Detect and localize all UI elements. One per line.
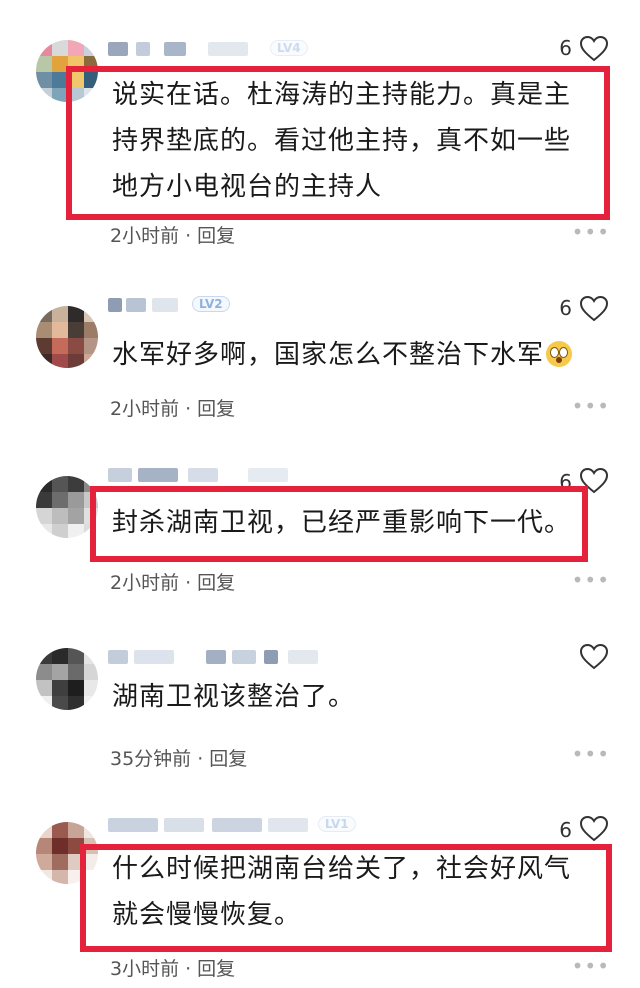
timestamp: 35分钟前 [110,748,192,770]
heart-icon[interactable] [580,644,608,670]
reply-link[interactable]: 回复 [197,958,235,980]
more-options-icon[interactable]: ••• [572,954,610,978]
timestamp: 2小时前 [110,398,180,420]
astonished-emoji-icon [546,341,573,367]
comment-item: LV1 6 什么时候把湖南台给关了，社会好风气 就会慢慢恢复。 3小时前 · 回复 … [0,806,640,988]
comment-meta: 2小时前 · 回复 [110,221,235,248]
level-badge: LV4 [270,40,308,56]
timestamp: 3小时前 [110,958,180,980]
more-options-icon[interactable]: ••• [572,220,610,244]
separator: · [185,572,192,594]
username-blurred[interactable] [108,818,318,838]
separator: · [185,225,192,247]
heart-icon[interactable] [580,36,608,62]
comment-item: LV2 6 水军好多啊，国家怎么不整治下水军 2小时前 · 回复 ••• [0,270,640,440]
comment-line-text: 水军好多啊，国家怎么不整治下水军 [112,340,545,370]
separator: · [185,958,192,980]
level-badge: LV1 [318,816,356,832]
separator: · [185,398,192,420]
username-blurred[interactable] [108,468,308,488]
highlight-box [90,486,588,562]
reply-link[interactable]: 回复 [197,572,235,594]
comment-meta: 2小时前 · 回复 [110,568,235,595]
like-count: 6 [559,296,572,320]
heart-icon[interactable] [580,816,608,842]
timestamp: 2小时前 [110,572,180,594]
username-blurred[interactable] [108,650,328,670]
separator: · [197,748,204,770]
reply-link[interactable]: 回复 [197,398,235,420]
comment-line: 湖南卫视该整治了。 [112,682,356,712]
highlight-box [80,844,612,952]
comment-meta: 2小时前 · 回复 [110,394,235,421]
more-options-icon[interactable]: ••• [572,742,610,766]
comment-meta: 35分钟前 · 回复 [110,744,247,771]
like-count: 6 [559,818,572,842]
avatar[interactable] [36,648,98,710]
comment-item: 湖南卫视该整治了。 35分钟前 · 回复 ••• [0,630,640,800]
comment-item: LV4 6 说实在话。杜海涛的主持能力。真是主 持界垫底的。看过他主持，真不如一… [0,0,640,260]
comment-meta: 3小时前 · 回复 [110,954,235,981]
timestamp: 2小时前 [110,225,180,247]
reply-link[interactable]: 回复 [209,748,247,770]
like-count: 6 [559,36,572,60]
level-badge: LV2 [192,296,230,312]
more-options-icon[interactable]: ••• [572,568,610,592]
highlight-box [66,66,610,220]
username-blurred[interactable] [108,298,188,318]
more-options-icon[interactable]: ••• [572,394,610,418]
heart-icon[interactable] [580,296,608,322]
comment-line: 水军好多啊，国家怎么不整治下水军 [112,332,612,378]
comment-text: 湖南卫视该整治了。 [112,674,612,720]
avatar[interactable] [36,476,98,538]
comment-item: 6 封杀湖南卫视，已经严重影响下一代。 2小时前 · 回复 ••• [0,450,640,620]
comment-text: 水军好多啊，国家怎么不整治下水军 [112,332,612,378]
reply-link[interactable]: 回复 [197,225,235,247]
avatar[interactable] [36,306,98,368]
